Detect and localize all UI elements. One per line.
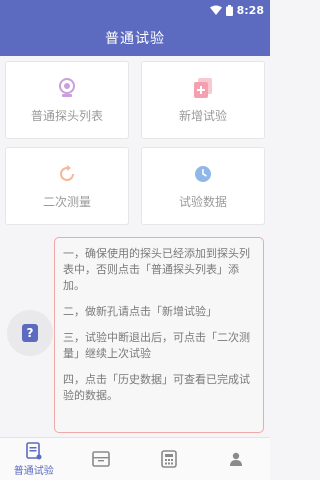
clock-icon xyxy=(192,163,214,185)
wifi-icon xyxy=(209,5,222,15)
probe-icon xyxy=(56,77,78,99)
add-document-icon xyxy=(192,77,214,99)
help-item: 一，确保使用的探头已经添加到探头列表中，否则点击「普通探头列表」添加。 xyxy=(63,247,250,292)
card-label: 新增试验 xyxy=(178,108,227,123)
help-panel: 一，确保使用的探头已经添加到探头列表中，否则点击「普通探头列表」添加。 二，做新… xyxy=(54,237,264,433)
app-bar: 普通试验 xyxy=(0,20,270,56)
test-list-icon xyxy=(25,441,43,460)
nav-item-calculator[interactable] xyxy=(135,438,203,480)
card-label: 试验数据 xyxy=(178,194,227,209)
help-item: 二，做新孔请点击「新增试验」 xyxy=(63,305,217,318)
archive-icon xyxy=(92,450,111,468)
remeasure-card[interactable]: 二次测量 xyxy=(5,147,129,225)
help-item: 四，点击「历史数据」可查看已完成试验的数据。 xyxy=(63,373,250,402)
screen: 8:28 普通试验 普通探头列表 新增试验 二次测量 试验数据 ? 一，确保使用… xyxy=(0,0,270,480)
card-label: 二次测量 xyxy=(42,194,91,209)
probe-list-card[interactable]: 普通探头列表 xyxy=(5,61,129,139)
test-data-card[interactable]: 试验数据 xyxy=(141,147,265,225)
page-title: 普通试验 xyxy=(105,31,165,47)
status-bar: 8:28 xyxy=(0,0,270,20)
bottom-nav: 普通试验 xyxy=(0,437,270,480)
card-label: 普通探头列表 xyxy=(30,108,103,123)
nav-item-archive[interactable] xyxy=(68,438,136,480)
nav-label: 普通试验 xyxy=(13,465,54,477)
help-item: 三，试验中断退出后，可点击「二次测量」继续上次试验 xyxy=(63,331,250,360)
nav-item-normal-test[interactable]: 普通试验 xyxy=(0,438,68,480)
nav-item-user[interactable] xyxy=(203,438,271,480)
help-icon: ? xyxy=(22,324,38,342)
battery-icon xyxy=(225,4,233,16)
help-button[interactable]: ? xyxy=(7,310,53,356)
new-test-card[interactable]: 新增试验 xyxy=(141,61,265,139)
status-time: 8:28 xyxy=(236,3,264,17)
calculator-icon xyxy=(160,450,178,468)
refresh-icon xyxy=(56,163,78,185)
user-icon xyxy=(227,450,245,468)
